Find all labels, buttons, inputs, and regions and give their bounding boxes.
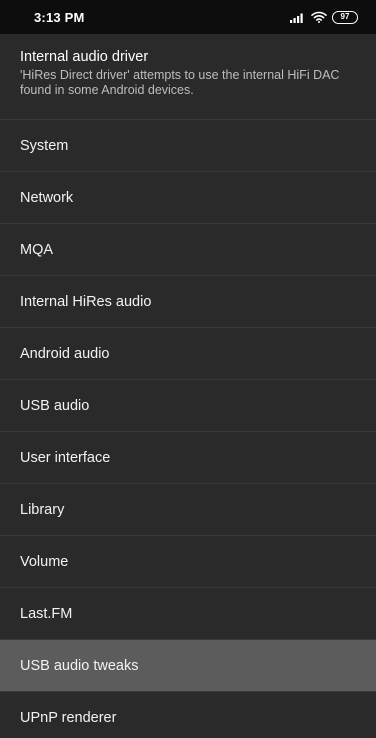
menu-item-android-audio[interactable]: Android audio bbox=[0, 328, 376, 380]
menu-item-upnp-renderer[interactable]: UPnP renderer bbox=[0, 692, 376, 738]
menu-item-library[interactable]: Library bbox=[0, 484, 376, 536]
menu-item-last-fm[interactable]: Last.FM bbox=[0, 588, 376, 640]
setting-summary: 'HiRes Direct driver' attempts to use th… bbox=[20, 68, 340, 97]
internal-audio-driver-setting[interactable]: Internal audio driver 'HiRes Direct driv… bbox=[0, 34, 376, 120]
status-icons: 97 bbox=[290, 10, 358, 24]
signal-icon bbox=[290, 12, 306, 23]
battery-level: 97 bbox=[340, 12, 350, 21]
wifi-icon bbox=[311, 11, 327, 23]
settings-menu: System Network MQA Internal HiRes audio … bbox=[0, 120, 376, 738]
battery-icon: 97 bbox=[332, 10, 358, 24]
menu-item-mqa[interactable]: MQA bbox=[0, 224, 376, 276]
status-time: 3:13 PM bbox=[34, 9, 85, 25]
menu-item-user-interface[interactable]: User interface bbox=[0, 432, 376, 484]
menu-item-usb-audio-tweaks[interactable]: USB audio tweaks bbox=[0, 640, 376, 692]
settings-screen: 3:13 PM 97 Internal audio driver 'HiRes … bbox=[0, 0, 376, 738]
status-bar: 3:13 PM 97 bbox=[0, 0, 376, 34]
menu-item-internal-hires-audio[interactable]: Internal HiRes audio bbox=[0, 276, 376, 328]
menu-item-network[interactable]: Network bbox=[0, 172, 376, 224]
menu-item-volume[interactable]: Volume bbox=[0, 536, 376, 588]
menu-item-usb-audio[interactable]: USB audio bbox=[0, 380, 376, 432]
setting-title: Internal audio driver bbox=[20, 49, 149, 65]
menu-item-system[interactable]: System bbox=[0, 120, 376, 172]
